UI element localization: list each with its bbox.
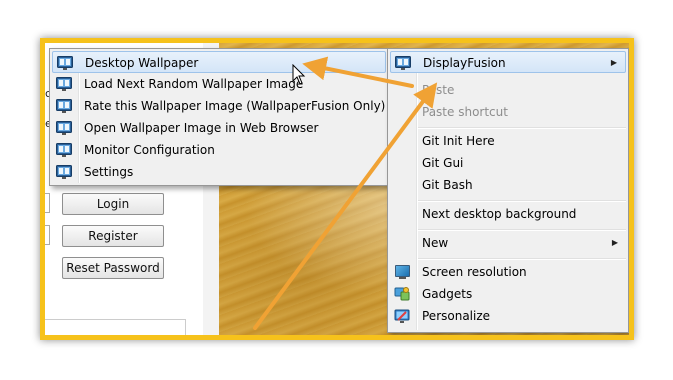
screenshot-frame: c et Login Register Reset Password Deskt… — [40, 38, 634, 340]
menu-separator — [418, 127, 626, 129]
username-field[interactable] — [45, 193, 50, 213]
displayfusion-submenu: Desktop Wallpaper Load Next Random Wallp… — [49, 48, 389, 186]
menu-item-label: Settings — [84, 165, 134, 179]
menu-item-paste[interactable]: Paste — [390, 79, 626, 101]
menu-item-desktop-wallpaper[interactable]: Desktop Wallpaper — [52, 51, 386, 73]
menu-item-open-wallpaper-in-browser[interactable]: Open Wallpaper Image in Web Browser — [52, 117, 386, 139]
menu-item-label: Open Wallpaper Image in Web Browser — [84, 121, 319, 135]
menu-item-git-bash[interactable]: Git Bash — [390, 174, 626, 196]
submenu-arrow-icon: ▶ — [611, 238, 618, 247]
menu-item-label: Next desktop background — [422, 207, 577, 221]
menu-item-label: Git Gui — [422, 156, 464, 170]
menu-item-new[interactable]: New ▶ — [390, 232, 626, 254]
screen-resolution-icon — [395, 265, 410, 279]
menu-item-label: Personalize — [422, 309, 491, 323]
desktop-edge — [630, 43, 634, 335]
displayfusion-icon — [395, 55, 411, 71]
menu-item-label: Load Next Random Wallpaper Image — [84, 77, 304, 91]
displayfusion-icon — [56, 120, 72, 136]
menu-item-label: Rate this Wallpaper Image (WallpaperFusi… — [84, 99, 386, 113]
menu-item-label: Git Init Here — [422, 134, 495, 148]
displayfusion-icon — [57, 55, 73, 71]
menu-item-load-next-random-wallpaper[interactable]: Load Next Random Wallpaper Image — [52, 73, 386, 95]
menu-item-settings[interactable]: Settings — [52, 161, 386, 183]
menu-item-monitor-configuration[interactable]: Monitor Configuration — [52, 139, 386, 161]
mouse-cursor-icon — [292, 64, 306, 85]
menu-item-label: Git Bash — [422, 178, 473, 192]
menu-item-screen-resolution[interactable]: Screen resolution — [390, 261, 626, 283]
menu-separator — [418, 258, 626, 260]
menu-item-label: DisplayFusion — [423, 56, 506, 70]
panel-footer — [45, 319, 186, 335]
menu-item-git-gui[interactable]: Git Gui — [390, 152, 626, 174]
displayfusion-icon — [56, 164, 72, 180]
menu-item-gadgets[interactable]: Gadgets — [390, 283, 626, 305]
menu-separator — [418, 200, 626, 202]
register-button[interactable]: Register — [62, 225, 164, 247]
menu-item-label: Paste — [422, 83, 455, 97]
displayfusion-icon — [56, 76, 72, 92]
menu-item-label: Desktop Wallpaper — [85, 56, 199, 70]
menu-item-label: Paste shortcut — [422, 105, 508, 119]
submenu-arrow-icon: ▶ — [610, 58, 617, 67]
menu-item-next-desktop-background[interactable]: Next desktop background — [390, 203, 626, 225]
menu-item-git-init-here[interactable]: Git Init Here — [390, 130, 626, 152]
personalize-icon — [394, 309, 410, 323]
menu-item-rate-wallpaper[interactable]: Rate this Wallpaper Image (WallpaperFusi… — [52, 95, 386, 117]
menu-item-personalize[interactable]: Personalize — [390, 305, 626, 327]
desktop-context-menu: DisplayFusion ▶ Paste Paste shortcut Git… — [387, 48, 629, 333]
menu-item-label: Monitor Configuration — [84, 143, 215, 157]
menu-separator — [418, 229, 626, 231]
gadgets-icon — [394, 287, 410, 301]
menu-item-label: Screen resolution — [422, 265, 527, 279]
password-field[interactable] — [45, 225, 50, 245]
displayfusion-icon — [56, 142, 72, 158]
reset-password-button[interactable]: Reset Password — [62, 257, 164, 279]
menu-item-paste-shortcut[interactable]: Paste shortcut — [390, 101, 626, 123]
login-button[interactable]: Login — [62, 193, 164, 215]
displayfusion-icon — [56, 98, 72, 114]
menu-item-label: Gadgets — [422, 287, 473, 301]
menu-item-label: New — [422, 236, 449, 250]
menu-item-displayfusion[interactable]: DisplayFusion ▶ — [390, 51, 626, 73]
